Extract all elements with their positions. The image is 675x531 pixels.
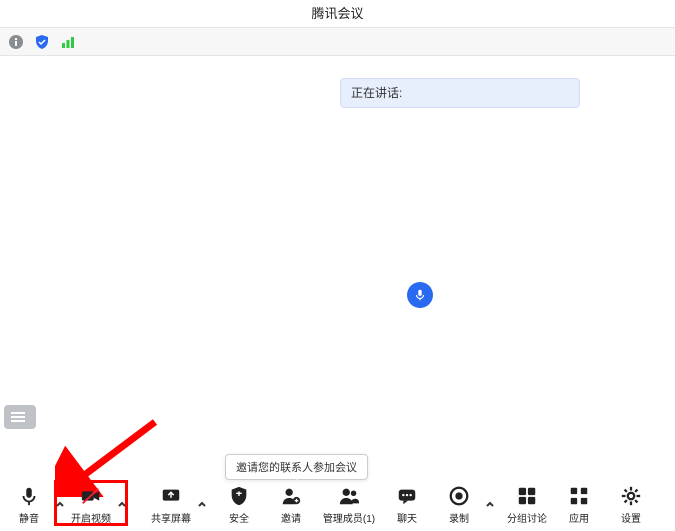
chat-button[interactable]: 聊天 [384, 479, 430, 531]
gear-icon [620, 485, 642, 507]
title-bar: 腾讯会议 [0, 0, 675, 28]
invite-label: 邀请 [281, 510, 301, 525]
title-text: 腾讯会议 [311, 6, 363, 21]
signal-icon[interactable] [60, 34, 76, 50]
share-screen-button[interactable]: 共享屏幕 [148, 479, 194, 531]
invite-button[interactable]: 邀请 [268, 479, 314, 531]
record-icon [448, 485, 470, 507]
mute-options-chevron[interactable] [52, 479, 68, 531]
control-bar: 静音 开启视频 共享屏幕 安全 邀请 管理成员(1) 聊天 录制 [0, 479, 675, 531]
record-button[interactable]: 录制 [436, 479, 482, 531]
settings-label: 设置 [621, 510, 641, 525]
settings-button[interactable]: 设置 [608, 479, 654, 531]
participant-list-toggle[interactable] [4, 405, 36, 429]
video-options-chevron[interactable] [114, 479, 130, 531]
record-label: 录制 [449, 510, 469, 525]
participant-mic-indicator[interactable] [407, 282, 433, 308]
share-label: 共享屏幕 [151, 510, 191, 525]
mute-button[interactable]: 静音 [6, 479, 52, 531]
video-button[interactable]: 开启视频 [68, 479, 114, 531]
speaking-label: 正在讲话: [351, 86, 402, 100]
microphone-icon [18, 485, 40, 507]
security-button[interactable]: 安全 [216, 479, 262, 531]
security-label: 安全 [229, 510, 249, 525]
invite-icon [280, 485, 302, 507]
info-icon[interactable] [8, 34, 24, 50]
camera-off-icon [80, 485, 102, 507]
members-icon [338, 485, 360, 507]
security-icon [228, 485, 250, 507]
record-options-chevron[interactable] [482, 479, 498, 531]
tooltip-text: 邀请您的联系人参加会议 [236, 462, 357, 474]
members-label: 管理成员(1) [323, 510, 375, 525]
shield-icon[interactable] [34, 34, 50, 50]
status-bar [0, 28, 675, 56]
mute-label: 静音 [19, 510, 39, 525]
manage-members-button[interactable]: 管理成员(1) [320, 479, 378, 531]
breakout-icon [516, 485, 538, 507]
invite-tooltip: 邀请您的联系人参加会议 [225, 454, 368, 480]
apps-icon [568, 485, 590, 507]
share-options-chevron[interactable] [194, 479, 210, 531]
apps-button[interactable]: 应用 [556, 479, 602, 531]
video-label: 开启视频 [71, 510, 111, 525]
chat-label: 聊天 [397, 510, 417, 525]
chat-icon [396, 485, 418, 507]
breakout-label: 分组讨论 [507, 510, 547, 525]
share-screen-icon [160, 485, 182, 507]
speaking-indicator: 正在讲话: [340, 78, 580, 108]
apps-label: 应用 [569, 510, 589, 525]
breakout-rooms-button[interactable]: 分组讨论 [504, 479, 550, 531]
